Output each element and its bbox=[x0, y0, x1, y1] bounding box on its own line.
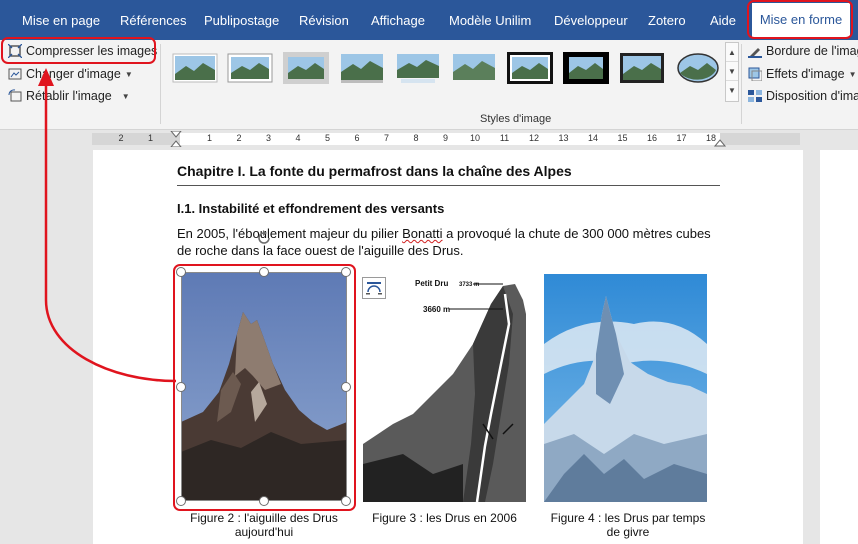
gallery-up-icon[interactable]: ▲ bbox=[726, 43, 738, 62]
picture-layout-icon bbox=[748, 89, 762, 103]
chapter-heading: Chapitre I. La fonte du permafrost dans … bbox=[177, 163, 572, 179]
gallery-more-icon[interactable]: ▼ bbox=[726, 81, 738, 100]
tab-mise-en-page[interactable]: Mise en page bbox=[22, 0, 100, 40]
chevron-down-icon: ▼ bbox=[124, 69, 133, 79]
picture-effects-label: Effets d'image bbox=[766, 67, 845, 81]
figure-2-caption: Figure 2 : l'aiguille des Drus aujourd'h… bbox=[190, 511, 338, 539]
reset-image-button[interactable]: Rétablir l'image ▼ bbox=[8, 86, 130, 106]
picture-style-thumb[interactable] bbox=[563, 52, 609, 84]
tab-revision[interactable]: Révision bbox=[299, 0, 349, 40]
ruler-number: 13 bbox=[558, 133, 569, 143]
picture-effects-button[interactable]: Effets d'image ▼ bbox=[748, 64, 857, 84]
reset-image-label: Rétablir l'image bbox=[26, 89, 112, 103]
ruler-number: 15 bbox=[617, 133, 628, 143]
border-icon bbox=[748, 44, 762, 58]
tab-aide[interactable]: Aide bbox=[710, 0, 736, 40]
chevron-down-icon: ▼ bbox=[848, 69, 857, 79]
next-page-edge bbox=[820, 150, 858, 544]
figure-4-image[interactable] bbox=[544, 274, 707, 502]
ruler-number: 2 bbox=[236, 133, 242, 143]
picture-styles-gallery bbox=[164, 40, 724, 100]
ruler-number: 5 bbox=[324, 133, 330, 143]
ruler-number: 16 bbox=[646, 133, 657, 143]
ruler-number: 4 bbox=[295, 133, 301, 143]
figure-3-caption: Figure 3 : les Drus en 2006 bbox=[372, 511, 517, 525]
tab-modele-unilim[interactable]: Modèle Unilim bbox=[449, 0, 531, 40]
ruler-number: 1 bbox=[147, 133, 153, 143]
heading-underline bbox=[177, 185, 720, 186]
ruler-number: 3 bbox=[265, 133, 271, 143]
ruler-number: 1 bbox=[206, 133, 212, 143]
picture-style-thumb[interactable] bbox=[451, 52, 497, 84]
misspelled-word: Bonatti bbox=[402, 226, 443, 241]
indent-marker-icon[interactable] bbox=[170, 131, 182, 147]
fig3-altitude-label: 3660 m bbox=[423, 305, 450, 314]
change-image-label: Changer d'image bbox=[26, 67, 121, 81]
ruler-margin-right bbox=[720, 133, 800, 145]
ruler-number: 12 bbox=[528, 133, 539, 143]
ruler-number: 8 bbox=[413, 133, 419, 143]
ruler-margin-left bbox=[92, 133, 180, 145]
group-separator bbox=[741, 44, 742, 124]
figure-3-image[interactable]: Petit Dru 3733 m 3660 m bbox=[363, 274, 526, 502]
picture-style-thumb[interactable] bbox=[619, 52, 665, 84]
horizontal-ruler[interactable]: 2 1 1 2 3 4 5 6 7 8 9 10 11 12 13 14 15 16 17 18 bbox=[0, 131, 858, 147]
text-run: a provoqué la chute de 300 000 mètres cu… bbox=[442, 226, 711, 241]
figure-4-caption: Figure 4 : les Drus par temps de givre bbox=[550, 511, 706, 539]
section-heading: I.1. Instabilité et effondrement des ver… bbox=[177, 201, 445, 216]
fig3-peak-label: Petit Dru bbox=[415, 279, 448, 288]
picture-styles-label: Styles d'image bbox=[480, 113, 552, 125]
picture-style-thumb[interactable] bbox=[227, 52, 273, 84]
highlight-compress-button bbox=[1, 37, 156, 64]
picture-border-label: Bordure de l'imag bbox=[766, 44, 858, 58]
change-image-icon bbox=[8, 67, 22, 81]
right-indent-marker-icon[interactable] bbox=[714, 135, 726, 147]
group-separator bbox=[160, 44, 161, 124]
gallery-down-icon[interactable]: ▼ bbox=[726, 62, 738, 81]
picture-style-thumb[interactable] bbox=[339, 52, 385, 84]
effects-icon bbox=[748, 67, 763, 82]
picture-style-thumb[interactable] bbox=[283, 52, 329, 84]
ruler-number: 6 bbox=[354, 133, 360, 143]
ruler-number: 9 bbox=[442, 133, 448, 143]
ruler-number: 2 bbox=[118, 133, 124, 143]
picture-style-thumb[interactable] bbox=[507, 52, 553, 84]
picture-border-button[interactable]: Bordure de l'imag bbox=[748, 41, 858, 61]
highlight-tab-mise-en-forme bbox=[747, 0, 853, 39]
gallery-scrollbar[interactable]: ▲ ▼ ▼ bbox=[725, 42, 739, 102]
text-run: En 2005, l'éboulement majeur du pilier bbox=[177, 226, 403, 241]
tab-publipostage[interactable]: Publipostage bbox=[204, 0, 279, 40]
ribbon-tab-bar: Mise en page Références Publipostage Rév… bbox=[0, 0, 858, 40]
fig3-peak-altitude: 3733 m bbox=[459, 282, 479, 288]
layout-options-icon[interactable] bbox=[362, 277, 386, 299]
picture-style-thumb[interactable] bbox=[675, 52, 721, 84]
tab-zotero[interactable]: Zotero bbox=[648, 0, 686, 40]
reset-image-icon bbox=[8, 89, 22, 103]
picture-layout-label: Disposition d'imag bbox=[766, 89, 858, 103]
tab-developpeur[interactable]: Développeur bbox=[554, 0, 628, 40]
ruler-number: 11 bbox=[499, 133, 510, 143]
picture-style-thumb[interactable] bbox=[395, 52, 441, 84]
rotate-handle-icon[interactable] bbox=[256, 230, 272, 246]
change-image-button[interactable]: Changer d'image ▼ bbox=[8, 64, 133, 84]
ruler-number: 7 bbox=[383, 133, 389, 143]
chevron-down-icon: ▼ bbox=[121, 91, 130, 101]
picture-layout-button[interactable]: Disposition d'imag bbox=[748, 86, 858, 106]
ruler-number: 10 bbox=[469, 133, 480, 143]
ruler-number: 14 bbox=[587, 133, 598, 143]
picture-style-thumb[interactable] bbox=[172, 52, 218, 84]
ruler-number: 17 bbox=[676, 133, 687, 143]
tab-affichage[interactable]: Affichage bbox=[371, 0, 425, 40]
highlight-selected-image bbox=[173, 264, 356, 511]
tab-references[interactable]: Références bbox=[120, 0, 186, 40]
